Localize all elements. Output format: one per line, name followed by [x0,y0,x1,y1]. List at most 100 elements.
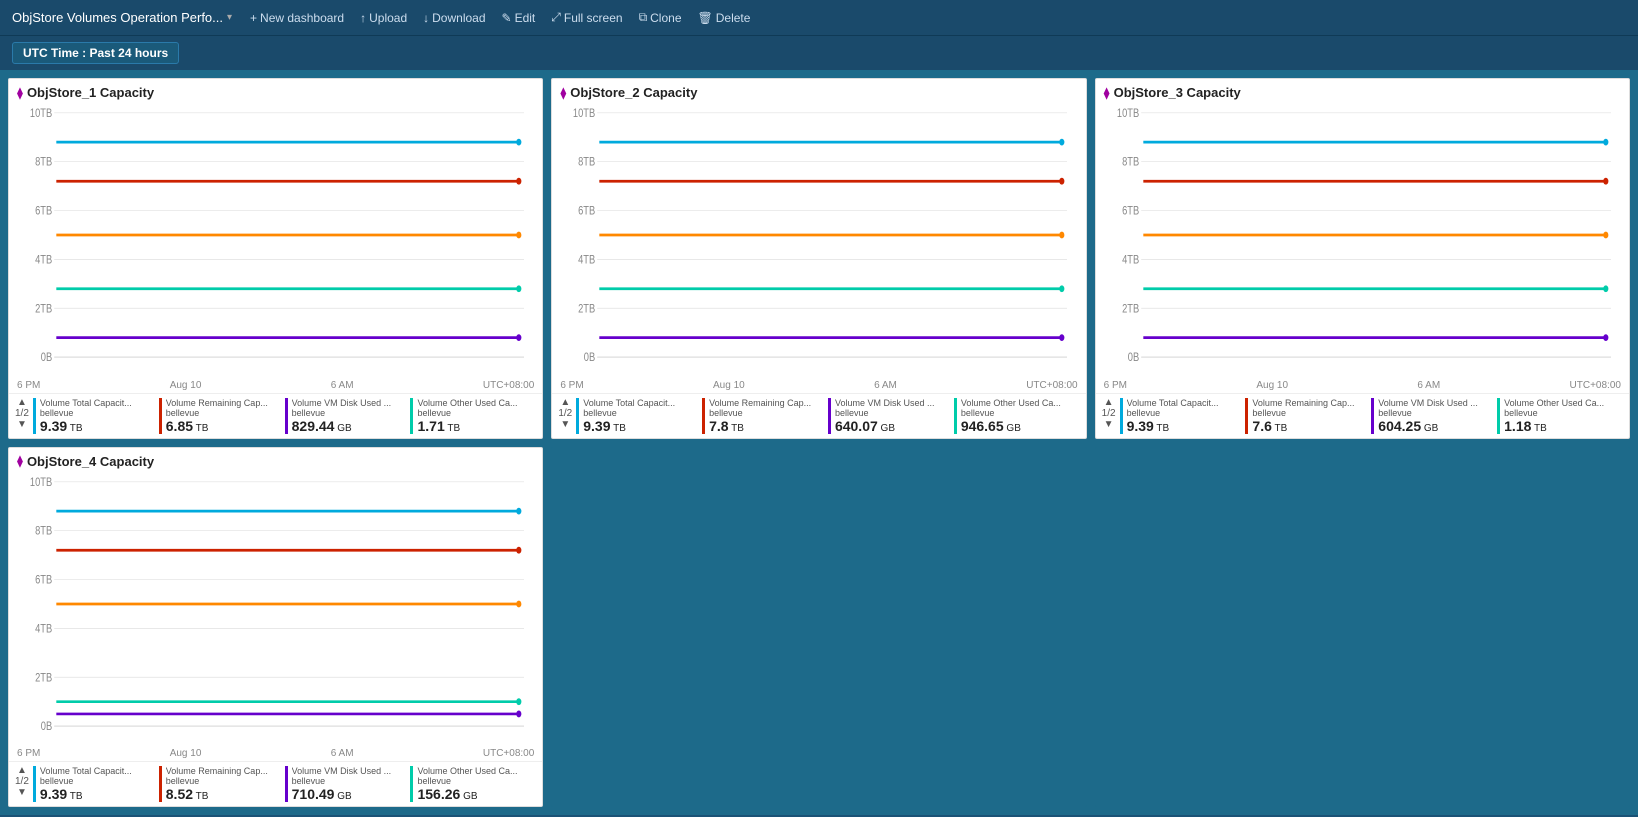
metric-unit: TB [610,423,625,434]
metric-unit: TB [193,423,208,434]
page-down-arrow[interactable]: ▼ [17,420,27,430]
chart-area: 10TB8TB6TB4TB2TB0B [9,102,542,380]
metric-unit: TB [67,791,82,802]
clone-icon: ⧉ [639,10,648,25]
metric-sub: bellevue [417,408,532,418]
x-axis-label: UTC+08:00 [1026,380,1077,391]
svg-text:2TB: 2TB [35,671,52,684]
x-axis-label: 6 AM [331,380,354,391]
svg-text:10TB: 10TB [1117,107,1139,120]
page-down-arrow[interactable]: ▼ [1104,420,1114,430]
title-chevron-icon[interactable]: ▾ [227,12,232,23]
svg-text:10TB: 10TB [573,107,595,120]
metric-sub: bellevue [1504,408,1619,418]
clone-label: Clone [650,11,681,25]
svg-text:2TB: 2TB [1122,302,1139,315]
metric-item-0: Volume Total Capacit...bellevue9.39 TB [1120,398,1246,434]
page-up-arrow[interactable]: ▲ [560,398,570,408]
metric-item-2: Volume VM Disk Used ...bellevue604.25 GB [1371,398,1497,434]
fullscreen-button[interactable]: ⤢ Full screen [545,6,628,29]
metric-sub: bellevue [292,776,407,786]
svg-text:2TB: 2TB [35,302,52,315]
page-number: 1/2 [558,408,572,420]
metric-sub: bellevue [961,408,1076,418]
metric-value: 829.44 GB [292,418,407,434]
x-axis-label: 6 PM [17,748,40,759]
page-up-arrow[interactable]: ▲ [1104,398,1114,408]
panel-header: ⧫ObjStore_3 Capacity [1096,79,1629,102]
x-axis-label: 6 PM [17,380,40,391]
clone-button[interactable]: ⧉ Clone [633,6,688,29]
panel-header: ⧫ObjStore_4 Capacity [9,448,542,471]
x-axis-label: UTC+08:00 [1570,380,1621,391]
page-up-arrow[interactable]: ▲ [17,398,27,408]
metrics-bar: ▲ 1/2 ▼ Volume Total Capacit...bellevue9… [1096,393,1629,438]
metric-value: 9.39 TB [1127,418,1242,434]
svg-text:8TB: 8TB [35,156,52,169]
panel-title: ObjStore_1 Capacity [27,85,154,100]
page-number: 1/2 [1102,408,1116,420]
metric-label: Volume VM Disk Used ... [835,398,950,408]
chart-svg: 10TB8TB6TB4TB2TB0B [560,106,1077,378]
page-up-arrow[interactable]: ▲ [17,766,27,776]
panel-title: ObjStore_3 Capacity [1114,85,1241,100]
metric-value: 9.39 TB [40,418,155,434]
svg-text:0B: 0B [41,351,52,364]
svg-text:2TB: 2TB [578,302,595,315]
page-down-arrow[interactable]: ▼ [17,788,27,798]
chart-area: 10TB8TB6TB4TB2TB0B [1096,102,1629,380]
time-label: UTC Time : [23,46,86,60]
metric-label: Volume Total Capacit... [40,766,155,776]
panel-3: ⧫ObjStore_3 Capacity10TB8TB6TB4TB2TB0B6 … [1095,78,1630,439]
svg-text:6TB: 6TB [35,573,52,586]
metric-unit: TB [1531,423,1546,434]
svg-text:8TB: 8TB [578,156,595,169]
edit-button[interactable]: ✎ Edit [496,7,542,29]
x-axis-label: 6 AM [874,380,897,391]
metric-item-3: Volume Other Used Ca...bellevue1.18 TB [1497,398,1623,434]
metric-value: 7.8 TB [709,418,824,434]
new-dashboard-label: New dashboard [260,11,344,25]
metric-value: 9.39 TB [583,418,698,434]
panel-4: ⧫ObjStore_4 Capacity10TB8TB6TB4TB2TB0B6 … [8,447,543,808]
time-badge[interactable]: UTC Time : Past 24 hours [12,42,179,64]
metric-value: 8.52 TB [166,786,281,802]
plus-icon: + [250,11,257,25]
panel-header: ⧫ ObjStore_1 Capacity [9,79,542,102]
page-control: ▲ 1/2 ▼ [558,398,572,430]
metric-label: Volume Remaining Cap... [709,398,824,408]
page-down-arrow[interactable]: ▼ [560,420,570,430]
panel-1: ⧫ObjStore_1 Capacity10TB8TB6TB4TB2TB0B6 … [8,78,543,439]
upload-button[interactable]: ↑ Upload [354,7,413,29]
metric-label: Volume Other Used Ca... [1504,398,1619,408]
delete-button[interactable]: 🗑 Delete [692,7,757,29]
metric-item-1: Volume Remaining Cap...bellevue6.85 TB [159,398,285,434]
x-axis-label: Aug 10 [1256,380,1288,391]
time-value: Past 24 hours [89,46,168,60]
metric-item-0: Volume Total Capacit...bellevue9.39 TB [33,398,159,434]
metric-value: 1.18 TB [1504,418,1619,434]
new-dashboard-button[interactable]: + New dashboard [244,7,350,29]
upload-label: Upload [369,11,407,25]
download-button[interactable]: ↓ Download [417,7,491,29]
svg-text:0B: 0B [41,720,52,733]
metric-label: Volume Total Capacit... [583,398,698,408]
x-axis-label: UTC+08:00 [483,748,534,759]
x-axis-label: 6 PM [560,380,583,391]
svg-text:6TB: 6TB [578,204,595,217]
chart-svg: 10TB8TB6TB4TB2TB0B [17,475,534,747]
metric-sub: bellevue [1252,408,1367,418]
metric-value: 156.26 GB [417,786,532,802]
svg-text:6TB: 6TB [1122,204,1139,217]
filter-icon: ⧫ [17,86,23,100]
metric-sub: bellevue [709,408,824,418]
metric-value: 604.25 GB [1378,418,1493,434]
metric-label: Volume Other Used Ca... [417,766,532,776]
svg-text:0B: 0B [1127,351,1138,364]
delete-label: Delete [716,11,751,25]
x-axis-label: 6 AM [331,748,354,759]
svg-text:4TB: 4TB [35,253,52,266]
panel-header: ⧫ObjStore_2 Capacity [552,79,1085,102]
metric-label: Volume VM Disk Used ... [1378,398,1493,408]
metric-label: Volume Remaining Cap... [1252,398,1367,408]
